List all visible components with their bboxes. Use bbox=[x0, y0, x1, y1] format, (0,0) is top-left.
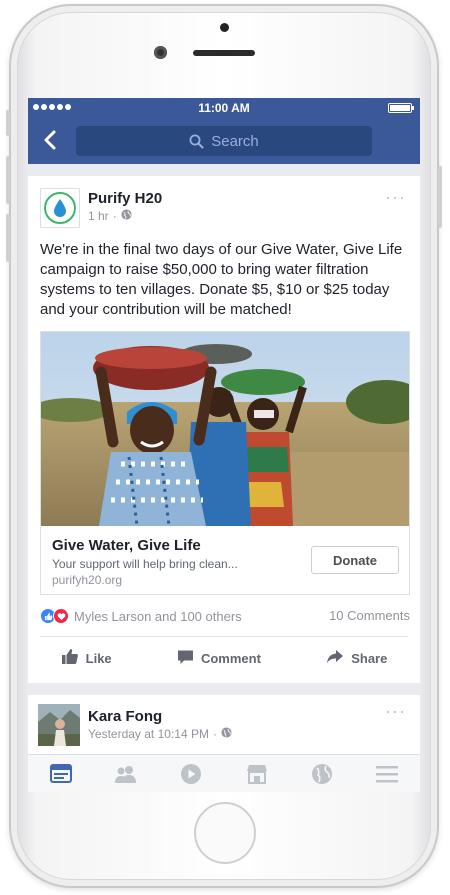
mute-switch bbox=[6, 110, 10, 136]
share-arrow-icon bbox=[326, 649, 344, 667]
donate-button[interactable]: Donate bbox=[311, 546, 399, 574]
link-description: Your support will help bring clean... bbox=[52, 557, 238, 571]
comment-bubble-icon bbox=[177, 649, 194, 668]
volume-up-button bbox=[6, 156, 10, 204]
post-options-icon[interactable]: ··· bbox=[385, 188, 406, 206]
comments-count[interactable]: 10 Comments bbox=[329, 608, 410, 623]
status-bar: 11:00 AM bbox=[28, 98, 420, 118]
feed-post: Purify H20 1 hr · ··· We're in the final… bbox=[28, 176, 420, 683]
page-avatar[interactable] bbox=[40, 188, 80, 228]
reactors-text: Myles Larson and 100 others bbox=[74, 608, 242, 624]
friends-icon[interactable] bbox=[111, 759, 141, 789]
link-domain: purifyh20.org bbox=[52, 573, 123, 587]
search-input[interactable]: Search bbox=[76, 126, 372, 156]
front-camera bbox=[154, 46, 167, 59]
power-button bbox=[438, 166, 442, 228]
marketplace-icon[interactable] bbox=[242, 759, 272, 789]
link-title[interactable]: Give Water, Give Life bbox=[52, 537, 201, 554]
actions-divider bbox=[40, 636, 408, 637]
link-info: Give Water, Give Life Your support will … bbox=[41, 526, 409, 594]
share-button[interactable]: Share bbox=[326, 649, 387, 667]
thumbs-up-icon bbox=[61, 648, 79, 668]
post-time[interactable]: Yesterday at 10:14 PM bbox=[88, 727, 209, 741]
like-button[interactable]: Like bbox=[61, 648, 112, 668]
post-author[interactable]: Purify H20 bbox=[88, 190, 162, 207]
battery-icon bbox=[388, 103, 414, 113]
globe-icon bbox=[121, 209, 132, 223]
post-author[interactable]: Kara Fong bbox=[88, 708, 162, 725]
post-text: We're in the final two days of our Give … bbox=[40, 241, 403, 318]
globe-icon bbox=[221, 727, 232, 741]
menu-icon[interactable] bbox=[372, 759, 402, 789]
news-feed-icon[interactable] bbox=[46, 759, 76, 789]
meta-separator: · bbox=[112, 209, 117, 223]
search-icon bbox=[189, 134, 204, 149]
comment-button[interactable]: Comment bbox=[177, 649, 261, 668]
link-preview[interactable]: Give Water, Give Life Your support will … bbox=[40, 331, 410, 595]
proximity-sensor bbox=[220, 23, 229, 32]
post-time[interactable]: 1 hr bbox=[88, 209, 109, 223]
earpiece-speaker bbox=[193, 50, 255, 56]
user-avatar[interactable] bbox=[38, 704, 80, 746]
reactions-summary[interactable]: Myles Larson and 100 others 10 Comments bbox=[40, 606, 410, 626]
tab-bar bbox=[28, 754, 420, 792]
video-icon[interactable] bbox=[176, 759, 206, 789]
comment-label: Comment bbox=[200, 650, 261, 666]
home-button[interactable] bbox=[194, 802, 256, 864]
post-meta: Yesterday at 10:14 PM · bbox=[88, 727, 232, 741]
status-time: 11:00 AM bbox=[198, 101, 250, 115]
post-actions: Like Comment Share bbox=[28, 638, 420, 678]
search-placeholder: Search bbox=[211, 132, 259, 150]
volume-down-button bbox=[6, 214, 10, 262]
like-label: Like bbox=[85, 650, 112, 666]
link-preview-image bbox=[41, 332, 409, 526]
feed-post: Kara Fong Yesterday at 10:14 PM · ··· bbox=[28, 695, 420, 754]
navigation-bar: Search bbox=[28, 118, 420, 164]
water-drop-logo-icon bbox=[44, 192, 76, 224]
share-label: Share bbox=[351, 650, 388, 666]
meta-separator: · bbox=[212, 727, 217, 741]
back-arrow-icon[interactable] bbox=[38, 127, 64, 153]
love-reaction-icon bbox=[53, 608, 69, 624]
app-screen: 11:00 AM Search Purify H20 1 hr · ··· We… bbox=[28, 98, 420, 792]
post-options-icon[interactable]: ··· bbox=[385, 702, 406, 720]
post-meta: 1 hr · bbox=[88, 209, 132, 223]
notifications-globe-icon[interactable] bbox=[307, 759, 337, 789]
